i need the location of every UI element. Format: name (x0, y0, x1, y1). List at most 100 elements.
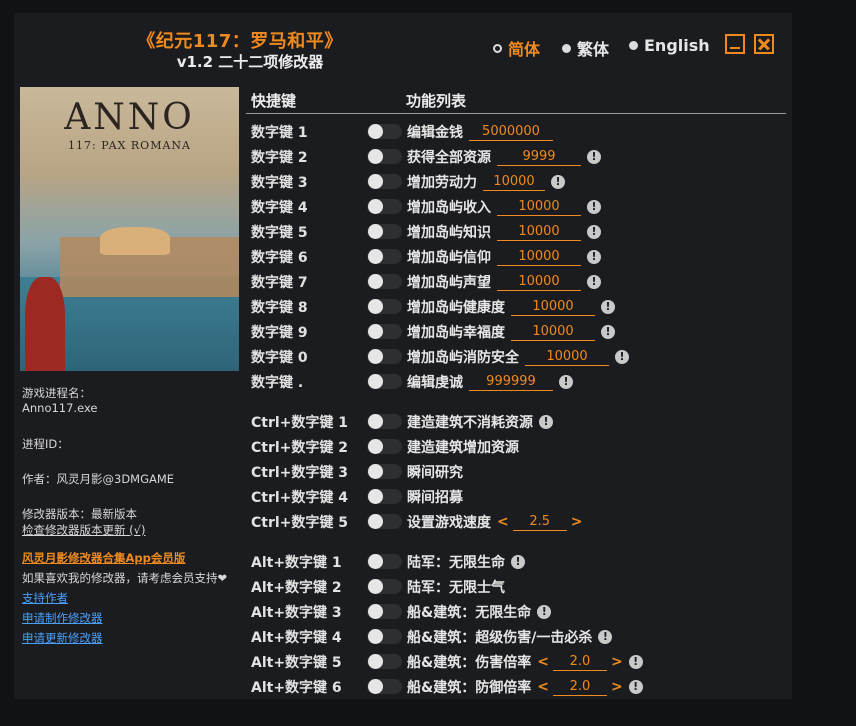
support-message: 如果喜欢我的修改器，请考虑会员支持 (22, 571, 218, 585)
lang-english[interactable]: English (629, 36, 710, 55)
decrease-arrow-icon[interactable]: < (537, 679, 549, 695)
value-input[interactable]: 10000 (497, 198, 581, 216)
info-icon[interactable]: ! (511, 555, 525, 569)
cheat-toggle[interactable] (367, 124, 402, 139)
info-icon[interactable]: ! (587, 225, 601, 239)
feature-item: 增加岛屿声望 10000! (407, 272, 601, 292)
info-icon[interactable]: ! (537, 605, 552, 619)
decrease-arrow-icon[interactable]: < (497, 514, 509, 530)
process-label: 游戏进程名： (22, 386, 91, 400)
support-text: 如果喜欢我的修改器，请考虑会员支持❤ (22, 570, 227, 586)
hotkey-label: Ctrl+数字键 3 (251, 465, 349, 481)
cheat-toggle[interactable] (367, 604, 402, 619)
lang-label: 简体 (508, 40, 541, 59)
value-input[interactable]: 9999 (497, 148, 581, 166)
increase-arrow-icon[interactable]: > (611, 654, 623, 670)
info-icon[interactable]: ! (587, 150, 601, 164)
feature-label: 获得全部资源 (407, 150, 491, 166)
hotkey-label: Alt+数字键 6 (251, 680, 342, 696)
lang-simplified[interactable]: 简体 (493, 36, 540, 60)
info-icon[interactable]: ! (551, 175, 565, 189)
stepper-value[interactable]: 2.0 (552, 678, 607, 696)
info-icon[interactable]: ! (587, 275, 601, 289)
feature-item: 增加岛屿知识 10000! (407, 222, 601, 242)
value-input[interactable]: 5000000 (469, 123, 553, 141)
info-icon[interactable]: ! (587, 250, 601, 264)
feature-item: 增加岛屿消防安全 10000! (407, 347, 629, 367)
support-author-link[interactable]: 支持作者 (22, 590, 68, 606)
increase-arrow-icon[interactable]: > (611, 679, 623, 695)
increase-arrow-icon[interactable]: > (571, 514, 583, 530)
cheat-toggle[interactable] (367, 514, 402, 529)
feature-item: 陆军：无限士气 (407, 577, 505, 597)
minimize-icon[interactable] (725, 34, 745, 54)
info-icon[interactable]: ! (587, 200, 601, 214)
cheat-toggle[interactable] (367, 554, 402, 569)
value-input[interactable]: 10000 (511, 323, 595, 341)
value-input[interactable]: 10000 (525, 348, 609, 366)
value-input[interactable]: 10000 (483, 173, 545, 191)
cheat-toggle[interactable] (367, 439, 402, 454)
cheat-toggle[interactable] (367, 149, 402, 164)
stepper-value[interactable]: 2.0 (552, 653, 607, 671)
feature-label: 编辑虔诚 (407, 375, 463, 391)
cheat-toggle[interactable] (367, 464, 402, 479)
cheat-toggle[interactable] (367, 414, 402, 429)
value-input[interactable]: 10000 (511, 298, 595, 316)
info-icon[interactable]: ! (539, 415, 553, 429)
feature-label: 陆军：无限生命 (407, 555, 505, 571)
hotkey-label: 数字键 0 (251, 350, 308, 366)
cheat-toggle[interactable] (367, 489, 402, 504)
hotkey-label: Alt+数字键 1 (251, 555, 342, 571)
cheat-toggle[interactable] (367, 374, 402, 389)
feature-item: 船&建筑：超级伤害/一击必杀! (407, 627, 613, 647)
decrease-arrow-icon[interactable]: < (537, 654, 549, 670)
feature-label: 增加岛屿消防安全 (407, 350, 519, 366)
value-input[interactable]: 10000 (497, 273, 581, 291)
feature-label: 增加岛屿声望 (407, 275, 491, 291)
cheat-toggle[interactable] (367, 679, 402, 694)
feature-label: 建造建筑不消耗资源 (407, 415, 533, 431)
feature-label: 增加岛屿收入 (407, 200, 491, 216)
cheat-toggle[interactable] (367, 324, 402, 339)
hotkey-label: 数字键 8 (251, 300, 308, 316)
feature-item: 增加岛屿幸福度 10000! (407, 322, 615, 342)
cheat-toggle[interactable] (367, 174, 402, 189)
info-icon[interactable]: ! (601, 300, 615, 314)
cheat-toggle[interactable] (367, 274, 402, 289)
close-icon[interactable] (754, 34, 774, 54)
value-input[interactable]: 10000 (497, 223, 581, 241)
cheat-toggle[interactable] (367, 579, 402, 594)
hotkey-header: 快捷键 (251, 92, 297, 110)
feature-item: 增加岛屿信仰 10000! (407, 247, 601, 267)
cheat-toggle[interactable] (367, 199, 402, 214)
app-member-link[interactable]: 风灵月影修改器合集App会员版 (22, 550, 185, 566)
cheat-toggle[interactable] (367, 299, 402, 314)
feature-item: 获得全部资源 9999! (407, 147, 601, 167)
info-icon[interactable]: ! (601, 325, 615, 339)
cheat-toggle[interactable] (367, 629, 402, 644)
request-trainer-link[interactable]: 申请制作修改器 (22, 610, 103, 626)
feature-item: 船&建筑：防御倍率 <2.0 >! (407, 677, 643, 697)
stepper-value[interactable]: 2.5 (512, 513, 567, 531)
info-icon[interactable]: ! (559, 375, 573, 389)
cheat-toggle[interactable] (367, 249, 402, 264)
app-title: 《纪元117：罗马和平》 (137, 31, 343, 52)
check-update-link[interactable]: 检查修改器版本更新 (√) (22, 522, 145, 538)
cover-subtitle: 117: PAX ROMANA (68, 139, 191, 152)
cheat-toggle[interactable] (367, 224, 402, 239)
feature-item: 建造建筑不消耗资源! (407, 412, 553, 432)
info-icon[interactable]: ! (628, 680, 643, 694)
heart-icon: ❤ (217, 571, 228, 585)
value-input[interactable]: 10000 (497, 248, 581, 266)
cheat-toggle[interactable] (367, 349, 402, 364)
request-update-link[interactable]: 申请更新修改器 (22, 630, 103, 646)
lang-traditional[interactable]: 繁体 (562, 36, 609, 60)
hotkey-label: Alt+数字键 3 (251, 605, 342, 621)
info-icon[interactable]: ! (598, 630, 613, 644)
cheat-toggle[interactable] (367, 654, 402, 669)
info-icon[interactable]: ! (615, 350, 629, 364)
hotkey-label: 数字键 6 (251, 250, 308, 266)
value-input[interactable]: 999999 (469, 373, 553, 391)
info-icon[interactable]: ! (628, 655, 643, 669)
